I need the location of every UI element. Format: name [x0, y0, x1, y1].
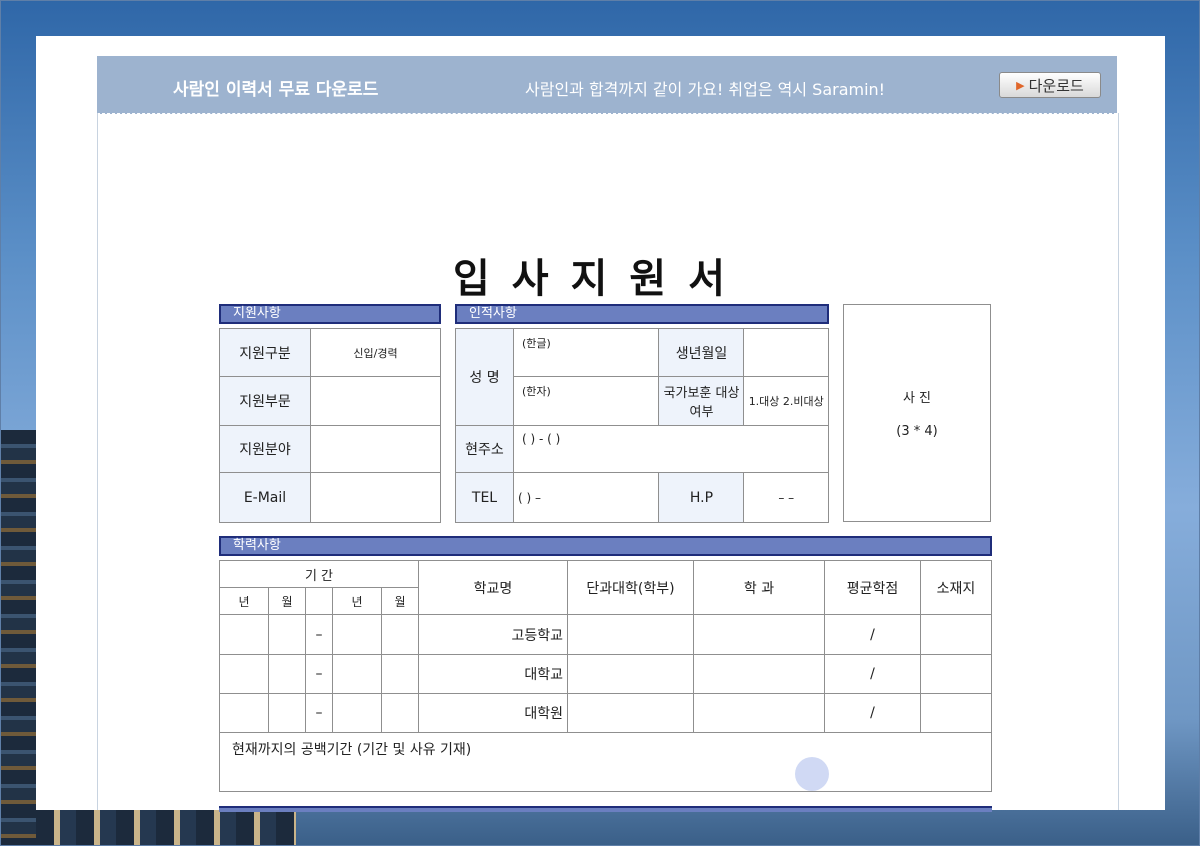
major-cell[interactable] — [693, 614, 825, 655]
cursor-indicator — [795, 757, 829, 791]
apply-table: 지원구분 신입/경력 지원부문 지원분야 E-Mail — [219, 328, 441, 523]
period-separator-header — [305, 587, 333, 615]
school-type[interactable]: 대학교 — [418, 654, 568, 694]
photo-box[interactable]: 사 진 (3 * 4) — [843, 304, 991, 522]
col-school-name: 학교명 — [418, 560, 568, 615]
next-section-header — [219, 806, 992, 812]
end-year-header: 년 — [332, 587, 382, 615]
college-cell[interactable] — [567, 693, 694, 733]
tel-label: TEL — [455, 472, 514, 523]
school-type[interactable]: 고등학교 — [418, 614, 568, 655]
period-dash: – — [305, 614, 333, 655]
email-label: E-Mail — [219, 472, 311, 523]
apply-type-label: 지원구분 — [219, 328, 311, 377]
arrow-right-icon: ▶ — [1016, 78, 1025, 92]
col-major: 학 과 — [693, 560, 825, 615]
hp-label: H.P — [658, 472, 745, 523]
gpa-cell[interactable]: / — [824, 693, 921, 733]
banner-title: 사람인 이력서 무료 다운로드 — [173, 80, 379, 100]
photo-size: (3 * 4) — [896, 424, 938, 439]
download-button-label: 다운로드 — [1028, 76, 1084, 95]
start-month-cell[interactable] — [268, 614, 306, 655]
address-label: 현주소 — [455, 425, 514, 473]
start-year-cell[interactable] — [219, 693, 269, 733]
background-buildings-bottom — [36, 810, 296, 846]
address-field[interactable]: ( ) - ( ) — [513, 425, 829, 473]
end-year-cell[interactable] — [332, 693, 382, 733]
major-cell[interactable] — [693, 693, 825, 733]
download-button[interactable]: ▶ 다운로드 — [999, 72, 1101, 98]
location-cell[interactable] — [920, 614, 992, 655]
end-month-cell[interactable] — [381, 654, 419, 694]
name-label: 성 명 — [455, 328, 514, 426]
col-college: 단과대학(학부) — [567, 560, 694, 615]
apply-section-header: 지원사항 — [219, 304, 441, 324]
birth-field[interactable] — [743, 328, 829, 377]
location-cell[interactable] — [920, 693, 992, 733]
period-dash: – — [305, 693, 333, 733]
start-month-cell[interactable] — [268, 654, 306, 694]
education-section-header: 학력사항 — [219, 536, 992, 556]
personal-section-header: 인적사항 — [455, 304, 829, 324]
end-month-cell[interactable] — [381, 614, 419, 655]
background-buildings — [0, 430, 36, 846]
download-banner: 사람인 이력서 무료 다운로드 사람인과 합격까지 같이 가요! 취업은 역시 … — [97, 56, 1117, 114]
photo-label: 사 진 — [902, 391, 932, 406]
table-row: – 대학교 / — [219, 654, 992, 694]
period-header: 기 간 — [219, 560, 419, 588]
veteran-value[interactable]: 1.대상 2.비대상 — [743, 376, 829, 426]
veteran-label: 국가보훈 대상여부 — [658, 376, 745, 426]
location-cell[interactable] — [920, 654, 992, 694]
start-year-header: 년 — [219, 587, 269, 615]
apply-division-label: 지원부문 — [219, 376, 311, 426]
hp-field[interactable]: – – — [743, 472, 829, 523]
col-gpa: 평균학점 — [824, 560, 921, 615]
name-hanja-field[interactable]: (한자) — [512, 376, 660, 426]
apply-field-value[interactable] — [310, 425, 441, 473]
start-year-cell[interactable] — [219, 614, 269, 655]
table-row: – 고등학교 / — [219, 614, 992, 655]
end-year-cell[interactable] — [332, 614, 382, 655]
name-korean-field[interactable]: (한글) — [512, 328, 660, 377]
period-dash: – — [305, 654, 333, 694]
gpa-cell[interactable]: / — [824, 654, 921, 694]
apply-field-label: 지원분야 — [219, 425, 311, 473]
document-title: 입사지원서 — [453, 256, 747, 302]
education-table: 기 간 학교명 단과대학(학부) 학 과 평균학점 소재지 년 월 년 월 – … — [219, 560, 992, 792]
birth-label: 생년월일 — [658, 328, 745, 377]
gpa-cell[interactable]: / — [824, 614, 921, 655]
col-location: 소재지 — [920, 560, 992, 615]
school-type[interactable]: 대학원 — [418, 693, 568, 733]
apply-type-value[interactable]: 신입/경력 — [310, 328, 441, 377]
table-row: – 대학원 / — [219, 693, 992, 733]
tel-field[interactable]: ( ) – — [512, 472, 660, 523]
end-month-cell[interactable] — [381, 693, 419, 733]
start-month-cell[interactable] — [268, 693, 306, 733]
college-cell[interactable] — [567, 614, 694, 655]
end-month-header: 월 — [381, 587, 419, 615]
personal-table: 성 명 (한글) 생년월일 (한자) 국가보훈 대상여부 1.대상 2.비대상 … — [455, 328, 829, 523]
college-cell[interactable] — [567, 654, 694, 694]
apply-division-value[interactable] — [310, 376, 441, 426]
banner-subtitle: 사람인과 합격까지 같이 가요! 취업은 역시 Saramin! — [525, 80, 886, 99]
end-year-cell[interactable] — [332, 654, 382, 694]
major-cell[interactable] — [693, 654, 825, 694]
email-value[interactable] — [310, 472, 441, 523]
start-year-cell[interactable] — [219, 654, 269, 694]
gap-period-note[interactable]: 현재까지의 공백기간 (기간 및 사유 기재) — [219, 732, 992, 792]
start-month-header: 월 — [268, 587, 306, 615]
